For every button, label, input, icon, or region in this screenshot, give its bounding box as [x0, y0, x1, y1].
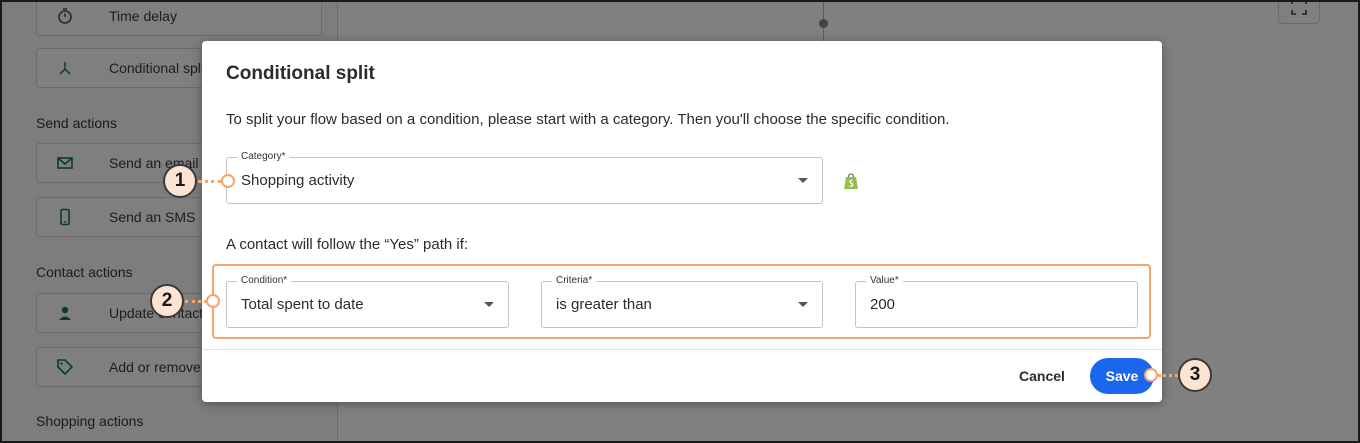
category-select[interactable]: Category* Shopping activity — [226, 151, 823, 204]
envelope-icon — [37, 154, 93, 172]
follow-path-text: A contact will follow the “Yes” path if: — [226, 236, 469, 253]
dialog-title: Conditional split — [226, 63, 375, 84]
sidebar-item-label: Time delay — [109, 8, 177, 24]
chevron-down-icon — [798, 301, 808, 307]
split-icon — [37, 59, 93, 77]
chevron-down-icon — [484, 301, 494, 307]
category-value: Shopping activity — [241, 172, 355, 189]
sidebar-item-time-delay[interactable]: Time delay — [36, 2, 322, 36]
callout-2-marker — [206, 294, 220, 308]
screenshot-frame: Time delay Conditional split Send action… — [0, 0, 1360, 443]
tag-icon — [37, 358, 93, 376]
dialog-description: To split your flow based on a condition,… — [226, 111, 950, 128]
shopify-icon — [843, 173, 859, 190]
callout-1: 1 — [163, 164, 197, 198]
value-text: 200 — [870, 296, 896, 313]
cancel-button[interactable]: Cancel — [1006, 358, 1078, 394]
sidebar-item-label: Update contact — [109, 305, 204, 321]
sidebar-item-label: Send an SMS — [109, 209, 196, 225]
person-icon — [37, 304, 93, 322]
callout-2: 2 — [150, 284, 184, 318]
callout-3-connector — [1158, 374, 1178, 377]
phone-icon — [37, 208, 93, 226]
callout-3: 3 — [1178, 358, 1212, 392]
callout-3-marker — [1144, 368, 1158, 382]
criteria-value: is greater than — [556, 296, 652, 313]
stopwatch-icon — [37, 7, 93, 25]
expand-icon — [1290, 2, 1308, 21]
sidebar-item-label: Conditional split — [109, 60, 208, 76]
flow-node-dot — [819, 19, 828, 28]
condition-value: Total spent to date — [241, 296, 364, 313]
section-send-actions: Send actions — [36, 115, 117, 131]
chevron-down-icon — [798, 177, 808, 183]
section-shopping-actions: Shopping actions — [36, 413, 144, 429]
criteria-select[interactable]: Criteria* is greater than — [541, 275, 823, 328]
section-contact-actions: Contact actions — [36, 264, 133, 280]
value-input[interactable]: Value* 200 — [855, 275, 1138, 328]
callout-1-connector — [198, 180, 222, 183]
footer-divider — [202, 349, 1162, 350]
callout-2-connector — [185, 300, 207, 303]
conditional-split-dialog: Conditional split To split your flow bas… — [202, 41, 1162, 402]
condition-select[interactable]: Condition* Total spent to date — [226, 275, 509, 328]
expand-button[interactable] — [1278, 2, 1320, 24]
callout-1-marker — [221, 174, 235, 188]
